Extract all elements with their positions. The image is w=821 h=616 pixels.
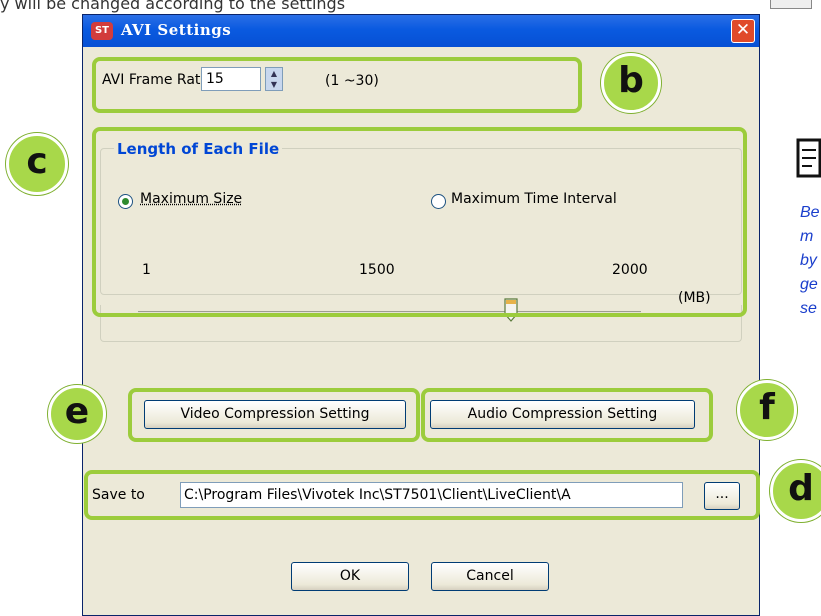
ok-button[interactable]: OK bbox=[291, 562, 409, 591]
close-icon[interactable]: ✕ bbox=[731, 19, 755, 43]
top-corner-box bbox=[770, 0, 812, 9]
callout-box-d bbox=[84, 470, 760, 520]
callout-box-e bbox=[128, 388, 420, 442]
callout-badge-d: d bbox=[770, 460, 821, 522]
side-note-line-1: Be bbox=[800, 204, 820, 221]
note-icon bbox=[796, 138, 821, 178]
callout-box-c bbox=[92, 127, 747, 317]
app-icon: ST bbox=[91, 22, 113, 40]
side-note-line-2: m bbox=[800, 228, 814, 245]
callout-badge-e: e bbox=[48, 385, 106, 443]
callout-box-f bbox=[421, 388, 713, 442]
callout-badge-c: c bbox=[6, 133, 68, 195]
cancel-button[interactable]: Cancel bbox=[431, 562, 549, 591]
side-note-line-5: se bbox=[800, 300, 817, 317]
title-bar[interactable]: ST AVI Settings ✕ bbox=[83, 15, 759, 47]
callout-box-b bbox=[92, 57, 582, 113]
side-note-line-4: ge bbox=[800, 276, 818, 293]
side-note-line-3: by bbox=[800, 252, 817, 269]
callout-badge-b: b bbox=[601, 53, 661, 113]
callout-badge-f: f bbox=[737, 380, 797, 440]
top-caption: y will be changed according to the setti… bbox=[0, 0, 346, 13]
window-title: AVI Settings bbox=[121, 21, 232, 39]
